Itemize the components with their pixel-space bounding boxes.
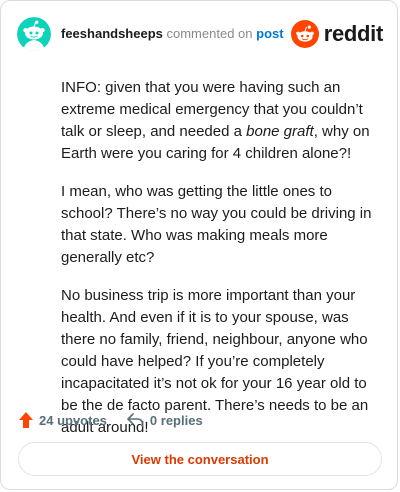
reply-count: 0 replies [149,412,203,428]
reply-stat[interactable]: 0 replies [127,413,203,428]
view-conversation-button[interactable]: View the conversation [18,442,382,476]
comment-body: INFO: given that you were having such an… [61,77,379,455]
reddit-logo-icon [290,20,319,48]
upvote-arrow-icon [19,412,33,428]
post-link[interactable]: post [256,26,283,41]
comment-header: feeshandsheeps commented on post reddit [17,17,383,51]
comment-footer: 24 upvotes 0 replies [19,410,203,430]
upvote-count: 24 upvotes [39,412,107,428]
comment-meta: feeshandsheeps commented on post [61,26,284,42]
upvote-stat[interactable]: 24 upvotes [19,412,107,428]
action-text: commented on [166,26,253,41]
reply-arrow-icon [127,413,144,427]
emphasis-text: bone graft [246,123,314,140]
reddit-brand[interactable]: reddit [290,18,384,50]
comment-paragraph: I mean, who was getting the little ones … [61,183,372,266]
username[interactable]: feeshandsheeps [61,26,163,41]
snoo-avatar-icon [17,17,51,51]
brand-wordmark: reddit [323,21,384,46]
comment-card: feeshandsheeps commented on post reddit … [0,0,398,490]
user-avatar[interactable] [17,17,51,51]
comment-paragraph: INFO: given that you were having such an… [61,77,379,165]
